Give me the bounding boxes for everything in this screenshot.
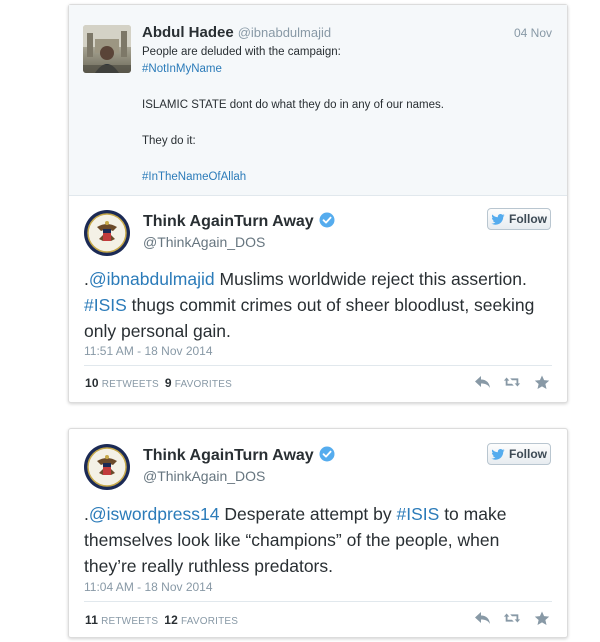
tweet-author[interactable]: Think AgainTurn Away (143, 212, 335, 231)
parent-author[interactable]: Abdul Hadee @ibnabdulmajid (142, 24, 331, 41)
favorite-count[interactable]: 12 (164, 613, 178, 627)
tweet-card: Abdul Hadee @ibnabdulmajid 04 Nov People … (68, 4, 568, 403)
follow-label: Follow (509, 212, 547, 226)
parent-author-handle[interactable]: @ibnabdulmajid (238, 25, 331, 40)
reply-icon[interactable] (473, 374, 491, 390)
retweet-icon[interactable] (503, 610, 521, 626)
favorites-label[interactable]: FAVORITES (175, 379, 232, 390)
state-department-seal[interactable] (83, 443, 131, 491)
verified-badge-icon (319, 446, 335, 462)
tweet-card: Think AgainTurn Away @ThinkAgain_DOS Fol… (68, 428, 568, 638)
tweet-text-part: Muslims worldwide reject this assertion. (214, 269, 527, 289)
mention-link[interactable]: @ibnabdulmajid (89, 269, 215, 289)
tweet-stats: 10 RETWEETS 9 FAVORITES (85, 376, 232, 390)
tweet-text-part: thugs commit crimes out of sheer bloodlu… (84, 295, 535, 341)
divider (84, 365, 552, 366)
retweets-label[interactable]: RETWEETS (102, 379, 159, 390)
author-name[interactable]: Think AgainTurn Away (143, 213, 314, 230)
favorite-count[interactable]: 9 (165, 376, 172, 390)
star-icon[interactable] (533, 610, 551, 626)
twitter-bird-icon (491, 213, 505, 225)
reply-icon[interactable] (473, 610, 491, 626)
parent-hashtag[interactable]: #InTheNameOfAllah (142, 171, 246, 183)
retweet-count[interactable]: 10 (85, 376, 99, 390)
tweet-timestamp[interactable]: 11:04 AM - 18 Nov 2014 (84, 580, 213, 594)
follow-button[interactable]: Follow (487, 208, 551, 230)
tweet-actions (473, 374, 551, 390)
parent-author-name[interactable]: Abdul Hadee (142, 24, 234, 41)
hashtag-link[interactable]: #ISIS (84, 295, 127, 315)
parent-avatar[interactable] (83, 25, 131, 73)
parent-text-line: They do it: (142, 135, 196, 147)
parent-tweet[interactable]: Abdul Hadee @ibnabdulmajid 04 Nov People … (69, 5, 567, 196)
retweet-icon[interactable] (503, 374, 521, 390)
tweet-timestamp[interactable]: 11:51 AM - 18 Nov 2014 (84, 344, 213, 358)
star-icon[interactable] (533, 374, 551, 390)
author-handle[interactable]: @ThinkAgain_DOS (143, 234, 265, 250)
verified-badge-icon (319, 212, 335, 228)
tweet-author[interactable]: Think AgainTurn Away (143, 446, 335, 465)
author-name[interactable]: Think AgainTurn Away (143, 447, 314, 464)
twitter-bird-icon (491, 448, 505, 460)
state-department-seal[interactable] (83, 209, 131, 257)
parent-date[interactable]: 04 Nov (514, 26, 552, 40)
tweet-stats: 11 RETWEETS 12 FAVORITES (85, 613, 238, 627)
tweet-actions (473, 610, 551, 626)
tweet-text: .@iswordpress14 Desperate attempt by #IS… (84, 501, 554, 579)
parent-hashtag[interactable]: #NotInMyName (142, 63, 222, 75)
tweet-text: .@ibnabdulmajid Muslims worldwide reject… (84, 266, 554, 344)
follow-label: Follow (509, 447, 547, 461)
retweets-label[interactable]: RETWEETS (101, 616, 158, 627)
parent-text-line: ISLAMIC STATE dont do what they do in an… (142, 99, 444, 111)
author-handle[interactable]: @ThinkAgain_DOS (143, 468, 265, 484)
parent-text-line: People are deluded with the campaign: (142, 46, 341, 58)
favorites-label[interactable]: FAVORITES (181, 616, 238, 627)
retweet-count[interactable]: 11 (85, 613, 98, 627)
tweet-text-part: Desperate attempt by (219, 504, 397, 524)
follow-button[interactable]: Follow (487, 443, 551, 465)
hashtag-link[interactable]: #ISIS (397, 504, 440, 524)
mention-link[interactable]: @iswordpress14 (89, 504, 220, 524)
divider (84, 601, 552, 602)
